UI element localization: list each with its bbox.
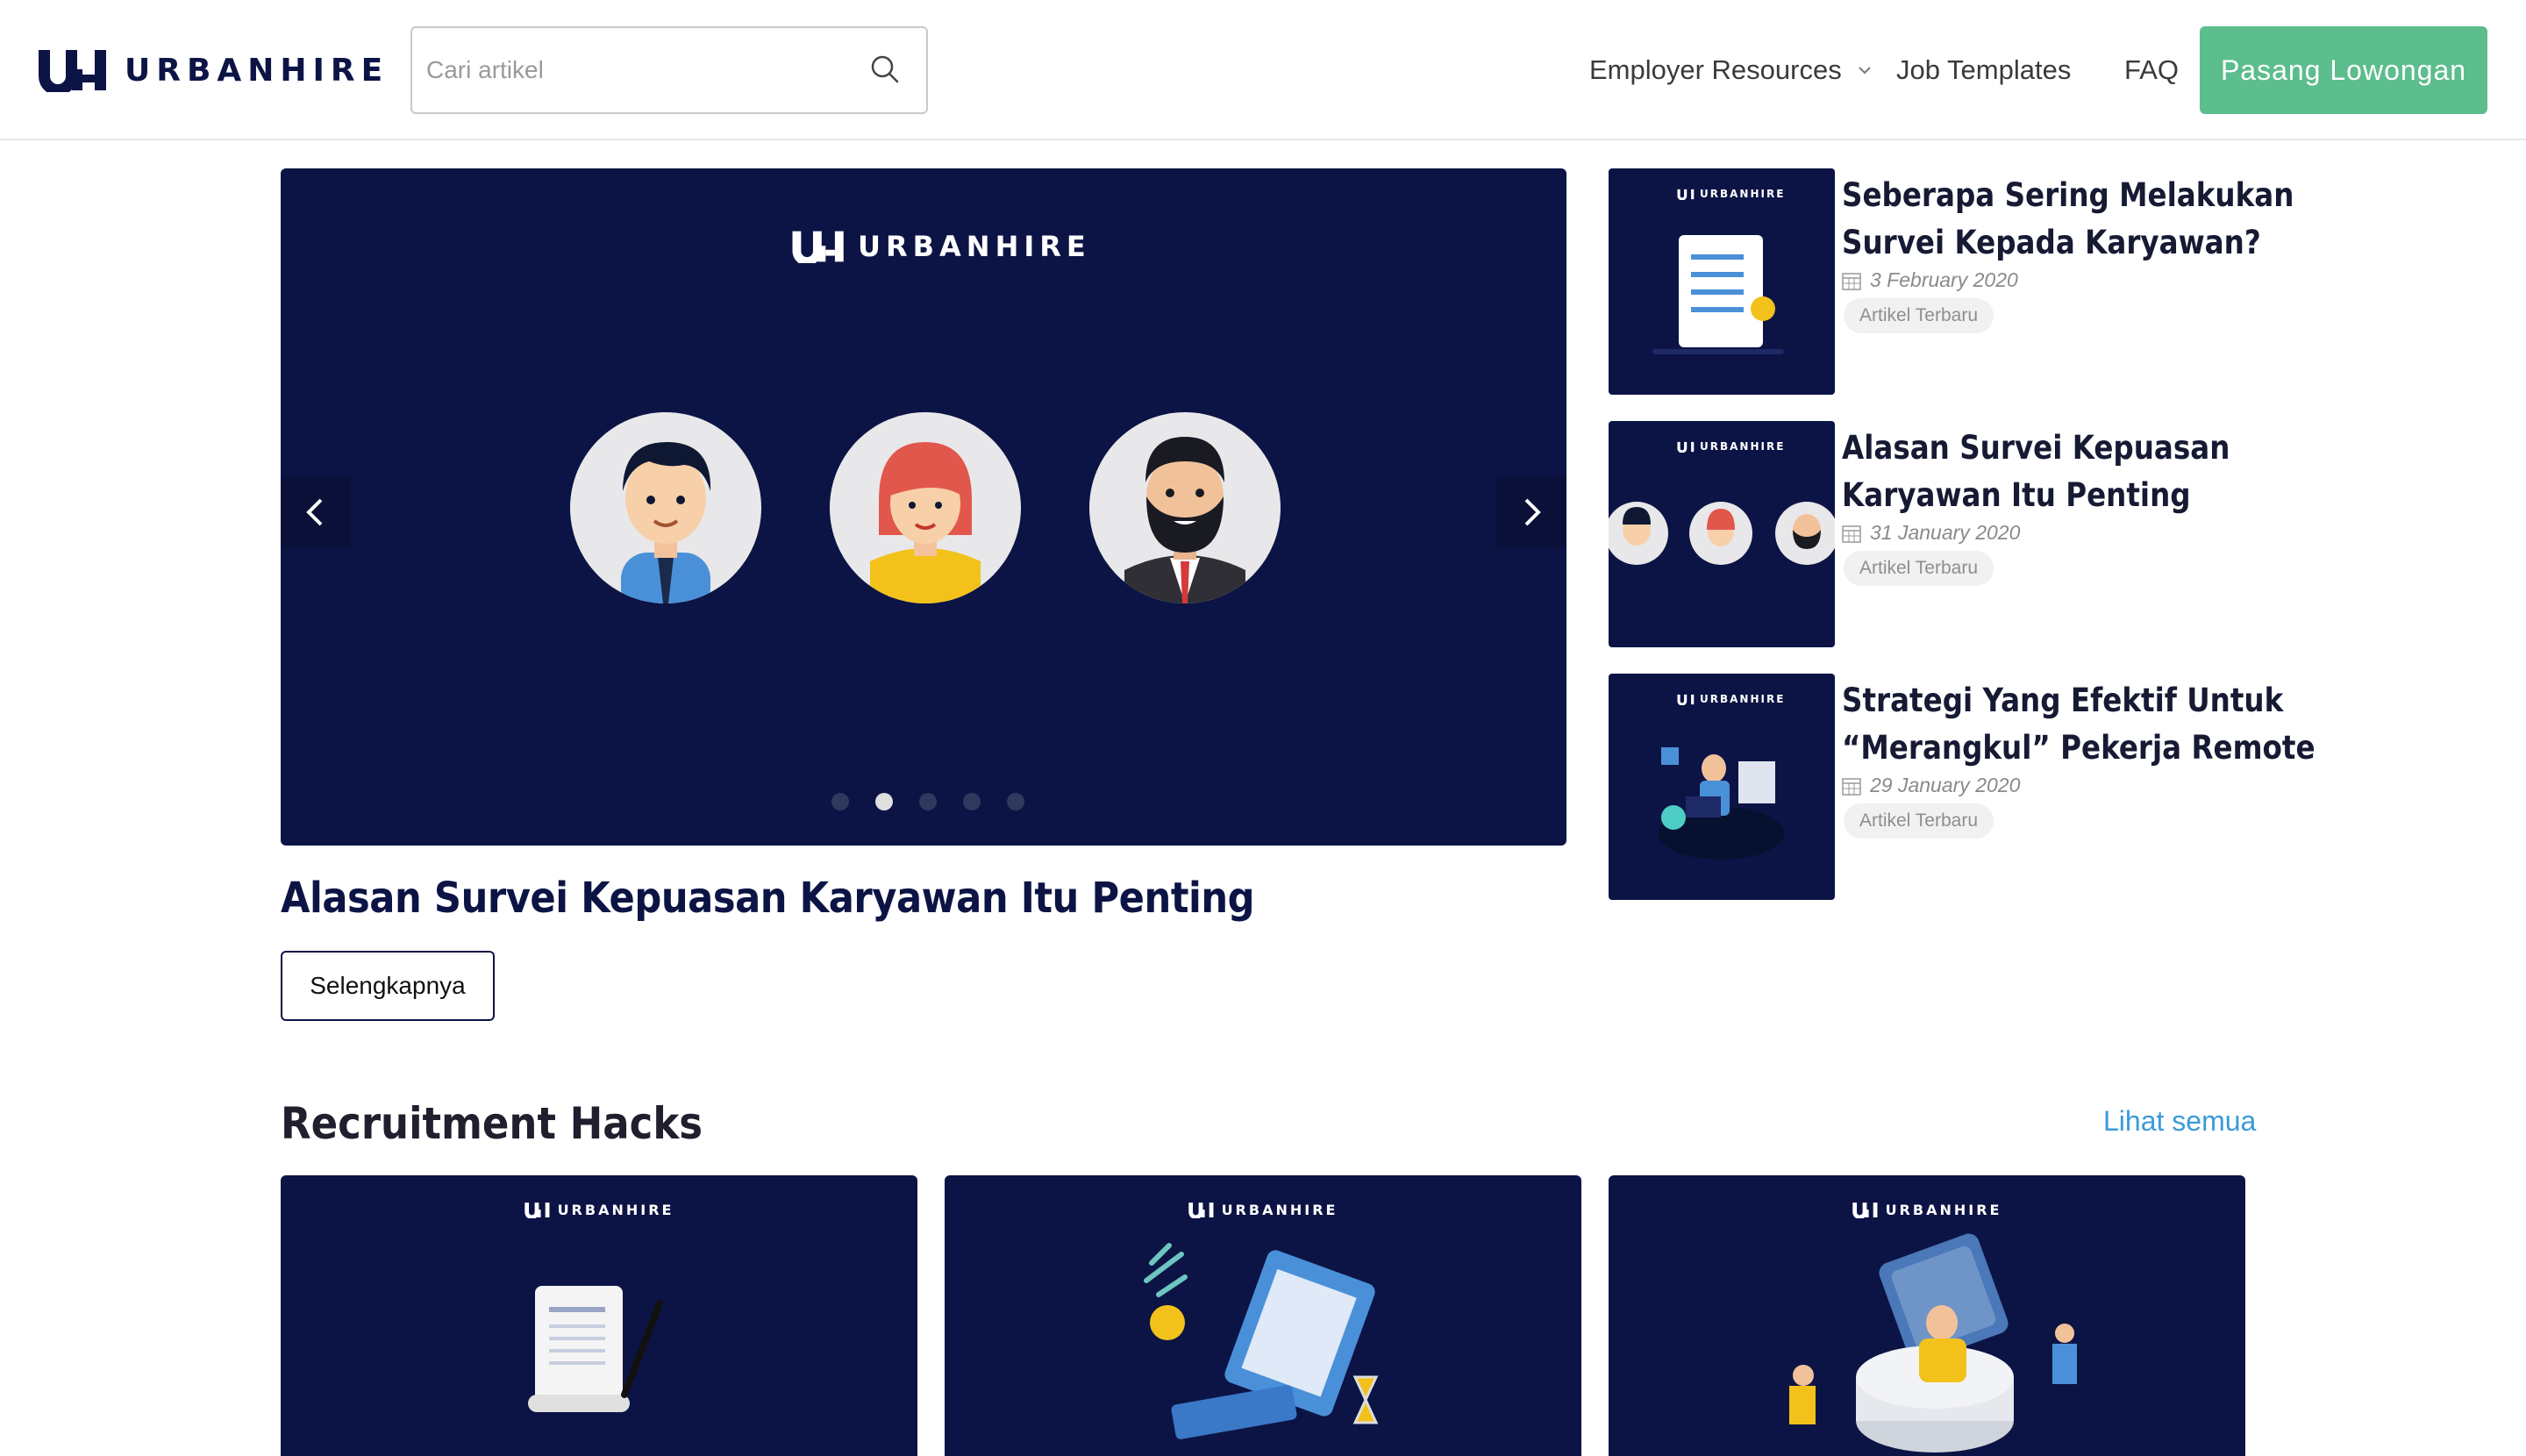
urbanhire-logo-icon	[39, 50, 106, 92]
article-title[interactable]: Seberapa Sering Melakukan Survei Kepada …	[1842, 172, 2294, 267]
article-date-text: 3 February 2020	[1870, 268, 2018, 291]
article-title-line: Survei Kepada Karyawan?	[1842, 224, 2261, 261]
search-icon[interactable]	[870, 54, 900, 84]
article-thumbnail[interactable]: URBANHIRE	[1609, 421, 1835, 647]
checklist-illustration	[1652, 235, 1784, 354]
laptop-illustration	[1144, 1243, 1379, 1439]
team-illustration	[1789, 1233, 2077, 1452]
article-title-line: Strategi Yang Efektif Untuk	[1842, 682, 2284, 719]
slide-logo-text: URBANHIRE	[858, 230, 1091, 263]
sidebar-article[interactable]: URBANHIRE Seberapa Sering Melakukan Surv…	[1609, 168, 2294, 395]
article-title-line: Alasan Survei Kepuasan	[1842, 429, 2230, 467]
article-thumbnail[interactable]: URBANHIRE	[1609, 168, 1835, 395]
section-title: Recruitment Hacks	[281, 1098, 703, 1149]
carousel-dot[interactable]	[963, 793, 981, 810]
article-thumbnail[interactable]: URBANHIRE	[1609, 674, 1835, 900]
avatar-man-beard-suit	[1089, 412, 1281, 603]
nav-job-templates[interactable]: Job Templates	[1896, 0, 2071, 140]
nav-employer-resources[interactable]: Employer Resources	[1589, 0, 1872, 140]
carousel-dot[interactable]	[1007, 793, 1024, 810]
search-input[interactable]	[426, 28, 847, 112]
article-title-line: “Merangkul” Pekerja Remote	[1842, 729, 2316, 767]
remote-worker-illustration	[1658, 747, 1784, 860]
logo-wordmark: URBANHIRE	[125, 52, 389, 89]
nav-faq[interactable]: FAQ	[2124, 0, 2179, 140]
calendar-icon	[1842, 777, 1861, 796]
article-date: 31 January 2020	[1842, 521, 2020, 545]
sidebar-article[interactable]: URBANHIRE Strategi Yang Efektif Untuk “M…	[1609, 674, 2316, 900]
see-all-link[interactable]: Lihat semua	[2103, 1105, 2256, 1138]
featured-article-title[interactable]: Alasan Survei Kepuasan Karyawan Itu Pent…	[281, 874, 1255, 923]
article-date-text: 29 January 2020	[1870, 774, 2021, 796]
carousel-prev-button[interactable]	[281, 477, 351, 547]
article-title[interactable]: Alasan Survei Kepuasan Karyawan Itu Pent…	[1842, 425, 2244, 519]
chevron-right-icon	[1524, 498, 1541, 526]
calendar-icon	[1842, 525, 1861, 543]
article-card[interactable]: URBANHIRE	[281, 1175, 917, 1456]
article-tag[interactable]: Artikel Terbaru	[1844, 551, 1994, 586]
article-date: 29 January 2020	[1842, 774, 2020, 797]
post-job-button[interactable]: Pasang Lowongan	[2200, 26, 2487, 114]
avatar-woman-red-hair	[830, 412, 1021, 603]
article-title-line: Seberapa Sering Melakukan	[1842, 176, 2294, 214]
urbanhire-logo-icon	[792, 231, 844, 263]
article-card[interactable]: URBANHIRE	[1609, 1175, 2245, 1456]
top-navbar: URBANHIRE Employer Resources Job Templat…	[0, 0, 2526, 140]
carousel-dot-active[interactable]	[875, 793, 893, 810]
article-date-text: 31 January 2020	[1870, 521, 2021, 544]
carousel-dots	[831, 793, 1024, 810]
article-tag[interactable]: Artikel Terbaru	[1844, 803, 1994, 839]
slide-logo: URBANHIRE	[791, 230, 1091, 263]
avatars-illustration	[1609, 502, 1835, 565]
search-box	[410, 26, 928, 114]
read-more-button[interactable]: Selengkapnya	[281, 951, 495, 1021]
avatar-man-blue-shirt	[570, 412, 761, 603]
article-date: 3 February 2020	[1842, 268, 2018, 292]
carousel-dot[interactable]	[919, 793, 937, 810]
document-illustration	[528, 1286, 663, 1412]
article-card[interactable]: URBANHIRE	[945, 1175, 1581, 1456]
chevron-left-icon	[306, 498, 323, 526]
chevron-down-icon	[1859, 67, 1871, 75]
hero-carousel: URBANHIRE	[281, 168, 1566, 846]
nav-employer-resources-label: Employer Resources	[1589, 54, 1842, 85]
carousel-dot[interactable]	[831, 793, 849, 810]
article-tag[interactable]: Artikel Terbaru	[1844, 298, 1994, 333]
slide-illustration	[570, 412, 1281, 603]
article-title[interactable]: Strategi Yang Efektif Untuk “Merangkul” …	[1842, 677, 2316, 772]
article-title-line: Karyawan Itu Penting	[1842, 476, 2191, 514]
sidebar-article[interactable]: URBANHIRE Alasan Survei Kepuasan Karyawa…	[1609, 421, 2230, 647]
calendar-icon	[1842, 272, 1861, 290]
carousel-next-button[interactable]	[1496, 477, 1566, 547]
urbanhire-logo[interactable]: URBANHIRE	[37, 44, 389, 96]
